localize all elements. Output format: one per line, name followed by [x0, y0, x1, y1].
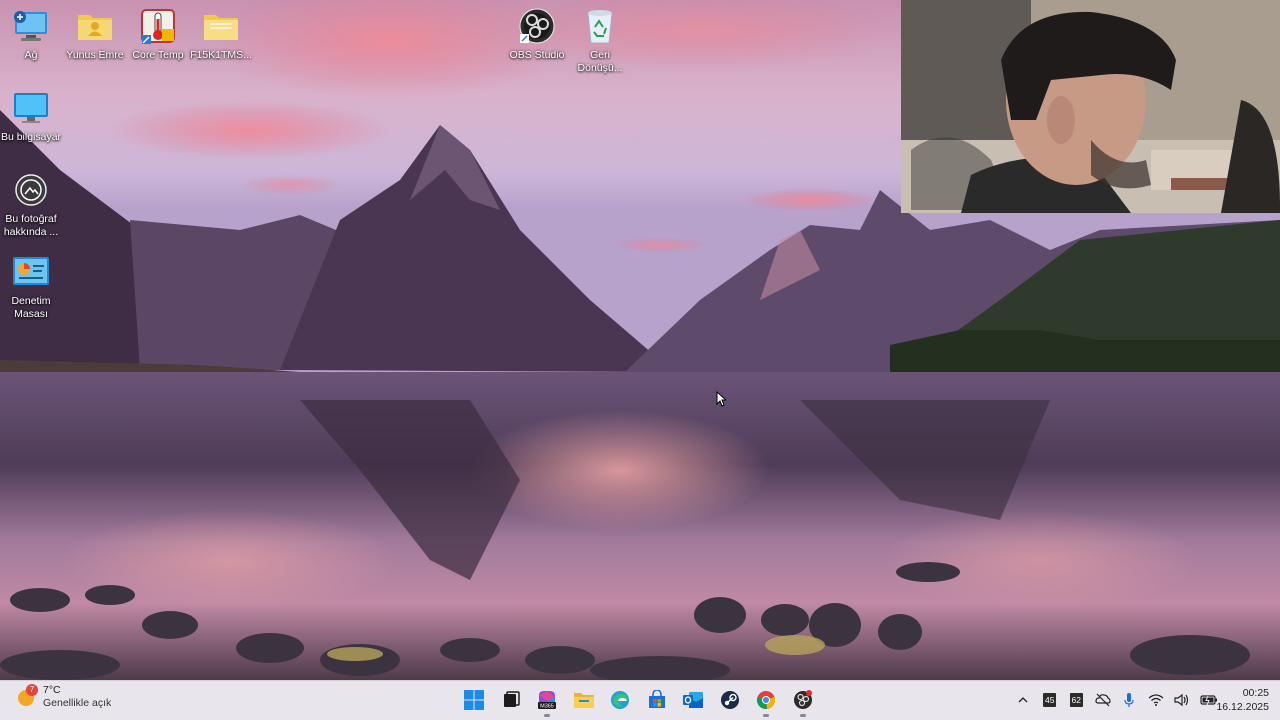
desktop-icon-network[interactable]: Ağ: [0, 6, 66, 62]
network-icon: [11, 6, 51, 46]
recycle-bin-icon: [580, 6, 620, 46]
control-panel-icon: [11, 252, 51, 292]
running-indicator: [799, 714, 806, 717]
microphone-button[interactable]: [1116, 682, 1143, 718]
start-button[interactable]: [456, 682, 493, 718]
mouse-cursor-icon: [716, 391, 726, 407]
desktop-icon-label: OBS Studio: [509, 49, 565, 61]
wifi-button[interactable]: [1143, 682, 1170, 718]
outlook-icon: [683, 692, 704, 708]
desktop-icon-control-panel[interactable]: Denetim Masası: [0, 252, 66, 321]
running-indicator: [763, 714, 770, 717]
taskbar-apps: M365: [456, 682, 821, 718]
windows-icon: [464, 690, 485, 710]
clock-date: 16.12.2025: [1216, 701, 1269, 713]
weather-badge: 7: [29, 685, 35, 694]
computer-icon: [11, 88, 51, 128]
desktop-icon-this-pc[interactable]: Bu bilgisayar: [0, 88, 66, 144]
wifi-icon: [1148, 694, 1164, 706]
task-view-button[interactable]: [493, 682, 530, 718]
no-sync-icon: [1095, 693, 1111, 707]
folder-icon: [573, 693, 594, 708]
running-indicator: [544, 714, 551, 717]
cpu-temp-tray[interactable]: 45: [1037, 682, 1064, 718]
desktop-icon-recycle-bin[interactable]: Geri Dönüşü...: [565, 6, 635, 75]
desktop-icon-label: Bu fotoğraf hakkında ...: [3, 213, 59, 238]
steam-icon: [720, 691, 739, 709]
weather-sun-icon: 7: [14, 684, 40, 710]
m365-badge: M365: [540, 704, 554, 710]
cpu-temp-value: 45: [1043, 693, 1057, 707]
obs-button[interactable]: [785, 682, 822, 718]
photo-info-icon: [11, 170, 51, 210]
folder-icon: [201, 6, 241, 46]
desktop-icon-user-folder[interactable]: Yunus Emre: [60, 6, 130, 62]
desktop-icon-photo-info[interactable]: Bu fotoğraf hakkında ...: [0, 170, 66, 239]
desktop-icon-label: Ağ: [24, 49, 38, 61]
desktop-icon-label: Geri Dönüşü...: [577, 49, 623, 74]
obs-icon: [793, 690, 812, 709]
microphone-icon: [1124, 693, 1134, 707]
desktop-icon-obs[interactable]: OBS Studio: [502, 6, 572, 62]
desktop-icon-label: F15K1TMS...: [190, 49, 252, 61]
file-explorer-button[interactable]: [566, 682, 603, 718]
webcam-video-frame: [901, 0, 1280, 213]
gpu-temp-value: 62: [1069, 693, 1083, 707]
desktop-icon-label: Denetim Masası: [11, 295, 51, 320]
network-status-button[interactable]: [1090, 682, 1117, 718]
desktop-icon-folder[interactable]: F15K1TMS...: [186, 6, 256, 62]
outlook-button[interactable]: [675, 682, 712, 718]
m365-button[interactable]: M365: [529, 682, 566, 718]
show-hidden-icons-button[interactable]: [1010, 682, 1037, 718]
store-icon: [648, 690, 665, 708]
gpu-temp-tray[interactable]: 62: [1063, 682, 1090, 718]
system-tray: 45 62: [1010, 682, 1222, 718]
webcam-overlay: [901, 0, 1280, 213]
edge-button[interactable]: [602, 682, 639, 718]
clock[interactable]: 00:25 16.12.2025: [1213, 686, 1269, 714]
store-button[interactable]: [639, 682, 676, 718]
task-view-icon: [503, 691, 520, 707]
core-temp-icon: [138, 6, 178, 46]
desktop-icon-label: Bu bilgisayar: [0, 131, 62, 143]
user-folder-icon: [75, 6, 115, 46]
weather-condition: Genellikle açık: [43, 697, 112, 709]
desktop-icon-label: Yunus Emre: [66, 49, 124, 61]
volume-icon: [1174, 693, 1189, 707]
chrome-icon: [757, 691, 776, 710]
obs-icon: [517, 6, 557, 46]
chrome-button[interactable]: [748, 682, 785, 718]
volume-button[interactable]: [1169, 682, 1196, 718]
clock-time: 00:25: [1242, 687, 1269, 699]
chevron-up-icon: [1018, 697, 1028, 703]
weather-temperature: 7°C: [43, 684, 61, 696]
weather-widget[interactable]: 7 7°C Genellikle açık: [14, 684, 111, 710]
desktop-icon-label: Core Temp: [132, 49, 184, 61]
edge-icon: [611, 691, 630, 709]
desktop-icon-core-temp[interactable]: Core Temp: [123, 6, 193, 62]
m365-icon: M365: [538, 691, 557, 710]
steam-button[interactable]: [712, 682, 749, 718]
